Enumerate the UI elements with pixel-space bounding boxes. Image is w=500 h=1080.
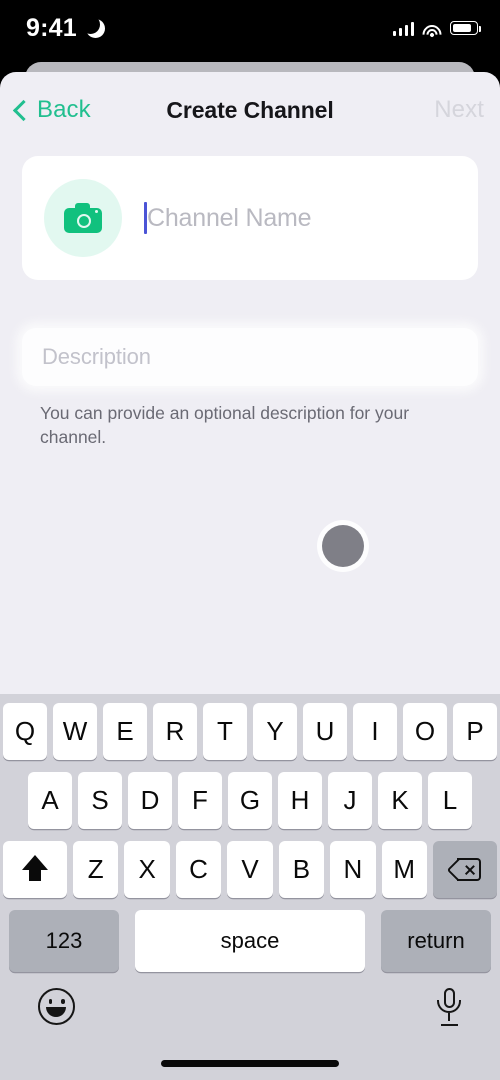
key-s[interactable]: S xyxy=(78,772,122,829)
camera-icon xyxy=(64,203,102,233)
numbers-key[interactable]: 123 xyxy=(9,910,119,972)
status-bar-left: 9:41 xyxy=(26,14,105,43)
backspace-icon xyxy=(446,858,481,881)
keyboard-row-4: 123 space return xyxy=(3,910,497,972)
key-m[interactable]: M xyxy=(381,841,427,898)
key-o[interactable]: O xyxy=(403,703,447,760)
key-v[interactable]: V xyxy=(227,841,273,898)
channel-name-card: Channel Name xyxy=(22,156,478,280)
battery-icon xyxy=(450,21,481,35)
on-screen-keyboard: Q W E R T Y U I O P A S D F G H J K L Z … xyxy=(0,694,500,1080)
keyboard-row-3: Z X C V B N M xyxy=(3,841,497,898)
return-key[interactable]: return xyxy=(381,910,491,972)
cellular-signal-icon xyxy=(392,21,414,36)
key-i[interactable]: I xyxy=(353,703,397,760)
key-h[interactable]: H xyxy=(278,772,322,829)
channel-name-placeholder: Channel Name xyxy=(147,203,312,232)
keyboard-row-1: Q W E R T Y U I O P xyxy=(3,703,497,760)
description-placeholder: Description xyxy=(42,344,151,369)
key-u[interactable]: U xyxy=(303,703,347,760)
next-button[interactable]: Next xyxy=(434,96,484,124)
chevron-left-icon xyxy=(12,99,35,121)
microphone-icon[interactable] xyxy=(436,988,462,1026)
status-bar-right xyxy=(392,20,481,48)
status-time: 9:41 xyxy=(26,13,77,42)
key-d[interactable]: D xyxy=(128,772,172,829)
key-g[interactable]: G xyxy=(228,772,272,829)
touch-indicator xyxy=(322,525,364,567)
key-k[interactable]: K xyxy=(378,772,422,829)
key-n[interactable]: N xyxy=(330,841,376,898)
status-bar: 9:41 xyxy=(0,0,500,56)
navigation-bar: Back Create Channel Next xyxy=(0,72,500,148)
key-l[interactable]: L xyxy=(428,772,472,829)
keyboard-rows: Q W E R T Y U I O P A S D F G H J K L Z … xyxy=(0,694,500,972)
moon-icon xyxy=(80,14,105,38)
channel-avatar-picker[interactable] xyxy=(44,179,122,257)
key-q[interactable]: Q xyxy=(3,703,47,760)
key-a[interactable]: A xyxy=(28,772,72,829)
backspace-key[interactable] xyxy=(432,841,497,898)
key-j[interactable]: J xyxy=(328,772,372,829)
channel-name-input[interactable]: Channel Name xyxy=(144,202,456,234)
key-z[interactable]: Z xyxy=(73,841,119,898)
key-r[interactable]: R xyxy=(153,703,197,760)
key-w[interactable]: W xyxy=(53,703,97,760)
description-helper-text: You can provide an optional description … xyxy=(40,403,410,447)
wifi-icon xyxy=(418,20,446,48)
space-key[interactable]: space xyxy=(135,910,365,972)
phone-screen: 9:41 Back Create Channel Next Channel Na… xyxy=(0,0,500,1080)
create-channel-sheet: Back Create Channel Next Channel Name De… xyxy=(0,72,500,1080)
key-t[interactable]: T xyxy=(203,703,247,760)
key-p[interactable]: P xyxy=(453,703,497,760)
shift-key[interactable] xyxy=(3,841,68,898)
emoji-smiley-icon[interactable] xyxy=(38,988,75,1025)
back-button[interactable]: Back xyxy=(12,96,91,124)
key-x[interactable]: X xyxy=(124,841,170,898)
key-f[interactable]: F xyxy=(178,772,222,829)
key-y[interactable]: Y xyxy=(253,703,297,760)
description-input[interactable]: Description xyxy=(22,328,478,386)
key-c[interactable]: C xyxy=(175,841,222,898)
back-button-label: Back xyxy=(37,96,91,123)
key-e[interactable]: E xyxy=(103,703,147,760)
home-indicator xyxy=(161,1060,339,1067)
key-b[interactable]: B xyxy=(278,841,325,898)
keyboard-row-2: A S D F G H J K L xyxy=(3,772,497,829)
create-channel-form: Channel Name Description You can provide… xyxy=(0,156,500,450)
